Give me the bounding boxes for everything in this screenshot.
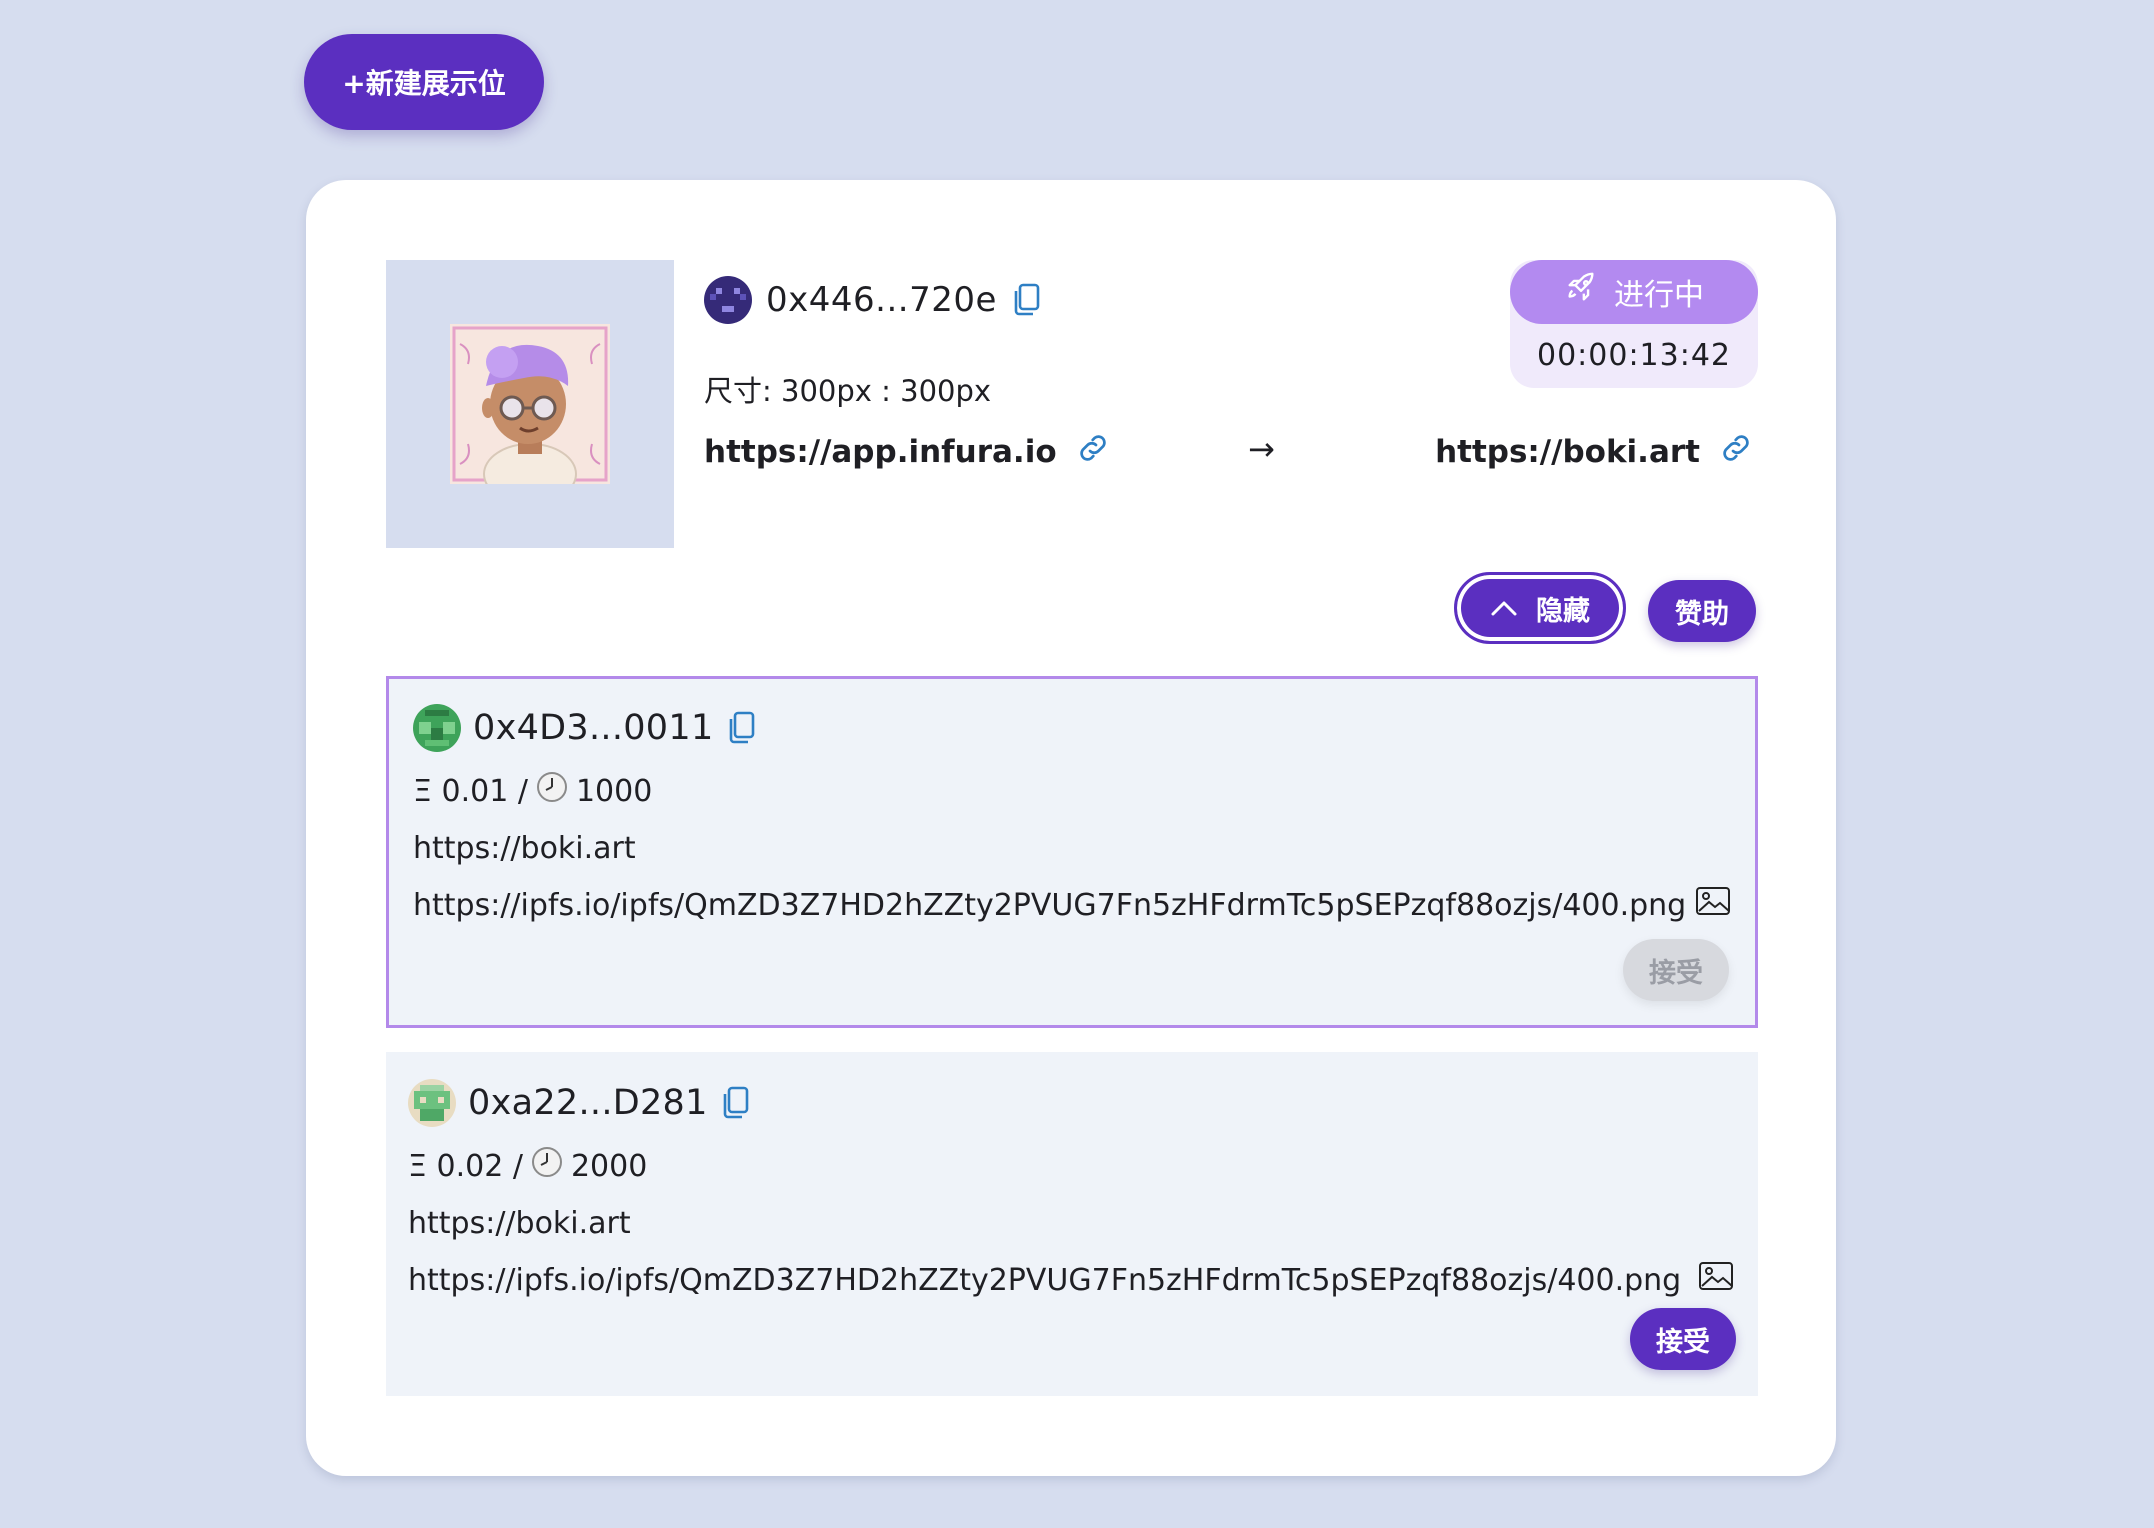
hide-bids-button[interactable]: 隐藏 [1454,572,1626,644]
slot-card: 0x446...720e 尺寸: 300px : 300px https://a… [306,180,1836,1476]
status-panel: 进行中 00:00:13:42 [1510,260,1758,388]
bid-price-duration: Ξ 0.02 / 2000 [408,1146,1734,1186]
copy-icon[interactable] [726,711,756,745]
redirect-arrow: → [1248,430,1275,468]
bid-item[interactable]: 0xa22...D281 Ξ 0.02 / 2000 https://boki.… [386,1052,1758,1396]
slot-owner: 0x446...720e [704,276,1041,324]
chevron-up-icon [1490,593,1518,624]
bid-duration: 1000 [575,773,653,809]
bidder-address: 0xa22...D281 [468,1083,708,1123]
bid-image-url: https://ipfs.io/ipfs/QmZD3Z7HD2hZZty2PVU… [408,1262,1682,1298]
owner-avatar [704,276,752,324]
link-icon[interactable] [1718,430,1754,474]
redirect-row: https://app.infura.io → https://boki.art [704,430,1754,480]
bid-image-url: https://ipfs.io/ipfs/QmZD3Z7HD2hZZty2PVU… [413,887,1687,923]
target-url[interactable]: https://boki.art [1435,434,1700,470]
bidder-avatar [413,704,461,752]
status-badge: 进行中 [1510,260,1758,324]
link-icon[interactable] [1075,430,1111,474]
clock-icon [536,771,568,811]
bidder-avatar [408,1079,456,1127]
accept-button[interactable]: 接受 [1623,939,1729,1001]
owner-address: 0x446...720e [766,280,997,320]
hide-label: 隐藏 [1536,595,1590,627]
slot-thumbnail [386,260,674,548]
status-text: 进行中 [1614,278,1704,313]
bid-price: Ξ 0.01 / [413,773,528,809]
bid-link: https://boki.art [413,831,636,866]
bid-price-duration: Ξ 0.01 / 1000 [413,771,1731,811]
slot-size: 尺寸: 300px : 300px [704,374,992,408]
bid-link: https://boki.art [408,1206,631,1241]
copy-icon[interactable] [1011,283,1041,317]
bidder-address: 0x4D3...0011 [473,708,714,748]
copy-icon[interactable] [720,1086,750,1120]
image-icon[interactable] [1698,1261,1734,1299]
sponsor-button[interactable]: 赞助 [1648,580,1756,642]
bid-price: Ξ 0.02 / [408,1148,523,1184]
bid-duration: 2000 [570,1148,648,1184]
rocket-icon [1564,271,1598,313]
accept-button[interactable]: 接受 [1630,1308,1736,1370]
clock-icon [531,1146,563,1186]
avatar-artwork [450,324,610,484]
new-slot-button[interactable]: +新建展示位 [304,34,544,130]
image-icon[interactable] [1695,886,1731,924]
countdown-timer: 00:00:13:42 [1536,338,1732,373]
source-url[interactable]: https://app.infura.io [704,434,1057,470]
bid-item[interactable]: 0x4D3...0011 Ξ 0.01 / 1000 https://boki.… [386,676,1758,1028]
